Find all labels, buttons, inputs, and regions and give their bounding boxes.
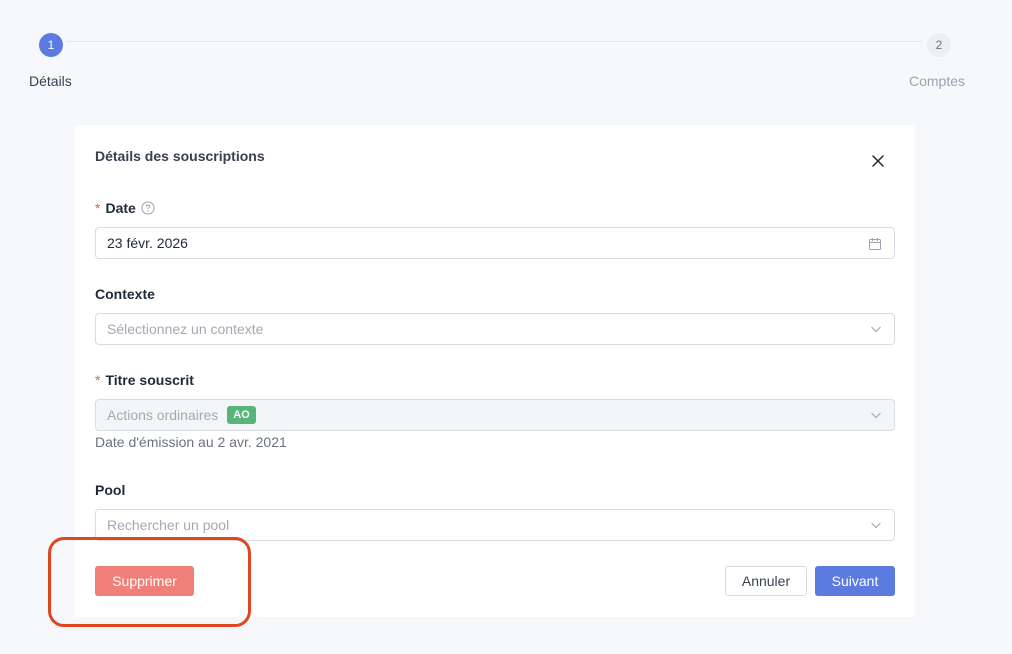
titre-hint: Date d'émission au 2 avr. 2021	[95, 434, 287, 450]
close-icon	[872, 155, 884, 167]
date-value: 23 févr. 2026	[107, 235, 188, 251]
stepper: 1 2 Détails Comptes	[0, 0, 1012, 100]
close-button[interactable]	[868, 151, 888, 171]
date-label-text: Date	[105, 200, 136, 216]
modal-title: Détails des souscriptions	[95, 148, 265, 164]
chevron-down-icon	[870, 519, 882, 531]
pool-label-text: Pool	[95, 482, 126, 498]
pool-label: Pool	[95, 482, 125, 498]
pool-placeholder: Rechercher un pool	[107, 517, 230, 533]
stepper-line	[66, 41, 922, 42]
titre-select[interactable]: Actions ordinaires AO	[95, 399, 895, 431]
help-icon[interactable]	[141, 201, 155, 215]
titre-tag-badge: AO	[227, 406, 256, 424]
date-label: * Date	[95, 200, 155, 216]
contexte-select[interactable]: Sélectionnez un contexte	[95, 313, 895, 345]
calendar-icon[interactable]	[868, 237, 882, 251]
cancel-button[interactable]: Annuler	[725, 566, 807, 596]
step-1-indicator[interactable]: 1	[39, 33, 63, 57]
titre-value: Actions ordinaires	[107, 407, 219, 423]
step-2-label: Comptes	[909, 73, 966, 89]
chevron-down-icon	[870, 323, 882, 335]
contexte-label: Contexte	[95, 286, 155, 302]
contexte-placeholder: Sélectionnez un contexte	[107, 321, 264, 337]
titre-label: * Titre souscrit	[95, 372, 194, 388]
titre-label-text: Titre souscrit	[105, 372, 194, 388]
step-2-indicator[interactable]: 2	[927, 33, 951, 57]
contexte-label-text: Contexte	[95, 286, 155, 302]
step-1-label: Détails	[29, 73, 72, 89]
chevron-down-icon	[870, 409, 882, 421]
date-input[interactable]: 23 févr. 2026	[95, 227, 895, 259]
required-marker: *	[95, 372, 101, 388]
required-marker: *	[95, 200, 101, 216]
next-button[interactable]: Suivant	[815, 566, 895, 596]
annotation-highlight	[48, 537, 251, 627]
